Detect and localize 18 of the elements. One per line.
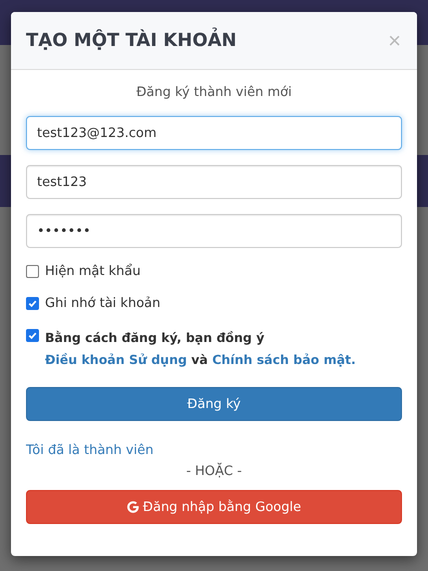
input-field[interactable]: test123 [26, 165, 402, 199]
member-link[interactable]: Tôi đã là thành viên [26, 443, 154, 458]
terms-link[interactable]: Điều khoản Sử dụng [45, 352, 187, 367]
checkbox[interactable] [26, 329, 39, 342]
google-icon [126, 501, 139, 513]
google-login-button[interactable]: Đăng nhập bằng Google [26, 490, 402, 524]
dialog-title: TẠO MỘT TÀI KHOẢN [26, 30, 237, 51]
subtitle: Đăng ký thành viên mới [135, 85, 293, 100]
checkbox[interactable] [26, 297, 39, 310]
input-field[interactable]: test123@123.com [26, 116, 402, 150]
register-button[interactable]: Đăng ký [26, 387, 402, 421]
separator-text: - HOẶC - [185, 464, 243, 479]
input-field[interactable]: ••••••• [26, 214, 402, 248]
checkbox-label: Hiện mật khẩu [45, 263, 141, 281]
checkbox-label: Ghi nhớ tài khoản [45, 295, 160, 313]
terms-text: Bằng cách đăng ký, bạn đồng ý Điều khoản Sử dụng và Chính sách bảo mật. [45, 329, 357, 369]
terms-link[interactable]: Chính sách bảo mật. [212, 352, 356, 367]
checkbox[interactable] [26, 265, 39, 278]
